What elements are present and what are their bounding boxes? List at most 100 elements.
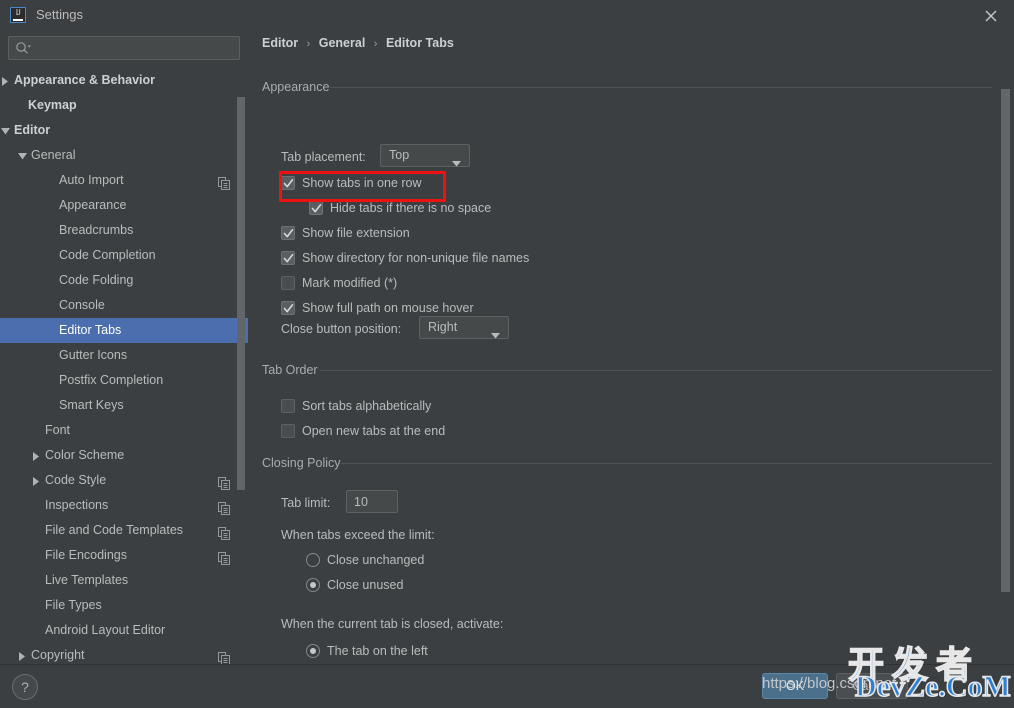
sidebar-item-label: Console <box>59 298 105 312</box>
sidebar-item-label: Editor Tabs <box>59 323 122 337</box>
sidebar-item-general[interactable]: General <box>0 143 248 168</box>
sidebar-item-live-templates[interactable]: Live Templates <box>0 568 248 593</box>
main-scrollbar-thumb[interactable] <box>1001 89 1010 592</box>
radio-dot <box>310 582 316 588</box>
title-bar: IJ Settings <box>0 0 1014 30</box>
breadcrumb: Editor › General › Editor Tabs <box>262 36 454 50</box>
sidebar-item-inspections[interactable]: Inspections <box>0 493 248 518</box>
sidebar-item-label: Inspections <box>45 498 109 512</box>
copy-settings-icon[interactable] <box>218 524 230 540</box>
sidebar-item-gutter-icons[interactable]: Gutter Icons <box>0 343 248 368</box>
sidebar-item-file-and-code-templates[interactable]: File and Code Templates <box>0 518 248 543</box>
checkbox-checked-icon[interactable] <box>281 226 295 240</box>
search-input[interactable] <box>8 36 240 60</box>
radio-label: Close unused <box>327 578 404 592</box>
settings-dialog: IJ Settings Appearance & Behavior Keymap E… <box>0 0 1014 708</box>
copy-settings-icon[interactable] <box>218 474 230 490</box>
radio-label: Close unchanged <box>327 553 425 567</box>
sidebar-item-smart-keys[interactable]: Smart Keys <box>0 393 248 418</box>
sidebar-item-font[interactable]: Font <box>0 418 248 443</box>
sidebar-item-editor-tabs[interactable]: Editor Tabs <box>0 318 248 343</box>
ok-button[interactable]: OK <box>762 673 828 699</box>
sidebar-item-editor[interactable]: Editor <box>0 118 248 143</box>
breadcrumb-item-general[interactable]: General <box>319 36 366 50</box>
radio-unselected-icon[interactable] <box>306 553 320 567</box>
checkbox-label: Show tabs in one row <box>302 176 422 190</box>
copy-settings-icon[interactable] <box>218 549 230 565</box>
sidebar-item-label: File Types <box>45 598 102 612</box>
sidebar-item-appearance-behavior[interactable]: Appearance & Behavior <box>0 68 248 93</box>
group-title-closing-policy: Closing Policy <box>262 456 341 470</box>
breadcrumb-separator: › <box>373 38 378 50</box>
copy-settings-icon[interactable] <box>218 649 230 664</box>
sidebar-item-copyright[interactable]: Copyright <box>0 643 248 664</box>
sidebar-item-label: Code Style <box>45 473 107 487</box>
sidebar-item-label: Font <box>45 423 71 437</box>
sidebar-item-code-style[interactable]: Code Style <box>0 468 248 493</box>
radio-selected-icon[interactable] <box>306 578 320 592</box>
sidebar-item-keymap[interactable]: Keymap <box>0 93 248 118</box>
checkbox-label: Open new tabs at the end <box>302 424 446 438</box>
sidebar-item-label: Keymap <box>28 98 77 112</box>
close-icon[interactable] <box>980 5 1002 27</box>
tab-placement-label: Tab placement: <box>281 150 366 164</box>
checkbox-label: Show full path on mouse hover <box>302 301 474 315</box>
checkbox-checked-icon[interactable] <box>309 201 323 215</box>
sidebar-item-file-encodings[interactable]: File Encodings <box>0 543 248 568</box>
sidebar-item-label: Breadcrumbs <box>59 223 134 237</box>
checkbox-label: Sort tabs alphabetically <box>302 399 432 413</box>
copy-settings-icon[interactable] <box>218 174 230 190</box>
when-tabs-exceed-limit-label: When tabs exceed the limit: <box>281 528 435 542</box>
sidebar-item-android-layout-editor[interactable]: Android Layout Editor <box>0 618 248 643</box>
breadcrumb-item-editor-tabs: Editor Tabs <box>385 36 454 50</box>
chevron-down-icon[interactable] <box>0 118 12 143</box>
sidebar-item-color-scheme[interactable]: Color Scheme <box>0 443 248 468</box>
sidebar-item-label: Android Layout Editor <box>45 623 166 637</box>
checkbox-checked-icon[interactable] <box>281 301 295 315</box>
sidebar-scrollbar[interactable] <box>236 68 246 664</box>
sidebar-item-code-completion[interactable]: Code Completion <box>0 243 248 268</box>
checkbox-label: Show directory for non-unique file names <box>302 251 530 265</box>
chevron-right-icon[interactable] <box>0 68 12 93</box>
checkbox-unchecked-icon[interactable] <box>281 424 295 438</box>
radio-selected-icon[interactable] <box>306 644 320 658</box>
sidebar-item-code-folding[interactable]: Code Folding <box>0 268 248 293</box>
sidebar-item-label: Gutter Icons <box>59 348 128 362</box>
cancel-button[interactable]: Cancel <box>836 673 908 699</box>
breadcrumb-item-editor[interactable]: Editor <box>262 36 298 50</box>
settings-main-panel: Editor › General › Editor Tabs Appearanc… <box>248 30 1014 664</box>
settings-tree[interactable]: Appearance & Behavior Keymap Editor General… <box>0 68 248 664</box>
chevron-down-icon <box>452 154 461 172</box>
checkbox-checked-icon[interactable] <box>281 176 295 190</box>
sidebar-item-auto-import[interactable]: Auto Import <box>0 168 248 193</box>
checkbox-checked-icon[interactable] <box>281 251 295 265</box>
sidebar-item-label: Code Completion <box>59 248 156 262</box>
close-button-position-dropdown[interactable]: Right <box>419 316 509 339</box>
tab-placement-dropdown[interactable]: Top <box>380 144 470 167</box>
sidebar-item-appearance[interactable]: Appearance <box>0 193 248 218</box>
copy-settings-icon[interactable] <box>218 499 230 515</box>
checkbox-unchecked-icon[interactable] <box>281 399 295 413</box>
sidebar-item-console[interactable]: Console <box>0 293 248 318</box>
group-divider-closing-policy <box>340 463 992 464</box>
tab-limit-input[interactable] <box>346 490 398 513</box>
checkbox-label: Hide tabs if there is no space <box>330 201 492 215</box>
sidebar-scrollbar-thumb[interactable] <box>237 97 245 490</box>
breadcrumb-separator: › <box>306 38 311 50</box>
chevron-right-icon[interactable] <box>31 468 43 493</box>
chevron-down-icon[interactable] <box>17 143 29 168</box>
sidebar-item-breadcrumbs[interactable]: Breadcrumbs <box>0 218 248 243</box>
radio-label: The tab on the left <box>327 644 428 658</box>
chevron-right-icon[interactable] <box>31 443 43 468</box>
sidebar-item-postfix-completion[interactable]: Postfix Completion <box>0 368 248 393</box>
sidebar-item-label: File Encodings <box>45 548 127 562</box>
help-button[interactable]: ? <box>12 674 38 700</box>
chevron-right-icon[interactable] <box>17 643 29 664</box>
checkbox-unchecked-icon[interactable] <box>281 276 295 290</box>
logo-bar <box>13 19 23 21</box>
main-scrollbar[interactable] <box>1000 86 1011 664</box>
group-divider-appearance <box>330 87 992 88</box>
sidebar-item-label: Appearance & Behavior <box>14 73 156 87</box>
sidebar-item-file-types[interactable]: File Types <box>0 593 248 618</box>
tab-limit-label: Tab limit: <box>281 496 331 510</box>
